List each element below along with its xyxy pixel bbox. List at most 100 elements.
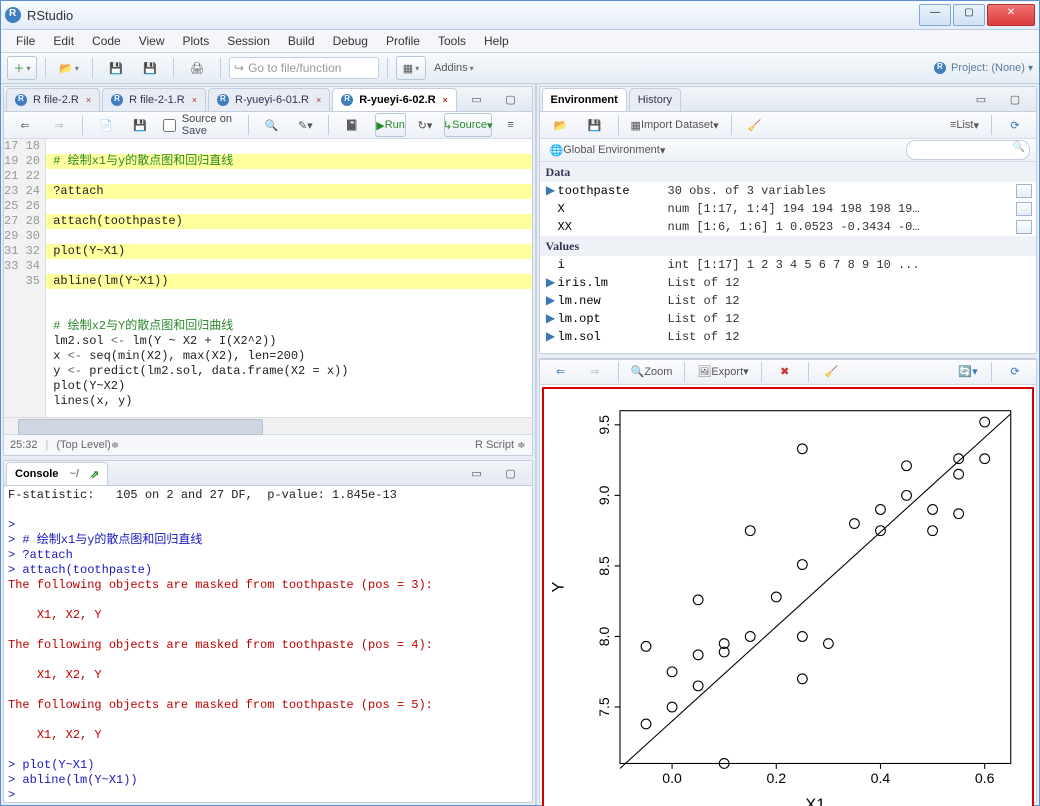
svg-text:9.5: 9.5 [596,415,612,435]
console-pane: Console ~/ ⇗ ▭ ▢ F-statistic: 105 on 2 a… [3,460,533,803]
rerun-icon[interactable]: ↻▾ [410,113,440,137]
source-tab[interactable]: R file-2.R × [6,88,100,111]
close-button[interactable]: ✕ [987,4,1035,26]
source-maximize-icon[interactable]: ▢ [496,87,526,111]
goto-file-input[interactable]: ↪Go to file/function [229,57,379,79]
zoom-button[interactable]: 🔍 Zoom [627,360,677,384]
expand-icon[interactable]: ▶ [544,182,558,200]
env-scope-selector[interactable]: 🌐 Global Environment ▾ [546,138,670,162]
tab-console[interactable]: Console ~/ ⇗ [6,462,108,485]
source-minimize-icon[interactable]: ▭ [462,87,492,111]
close-tab-icon[interactable]: × [86,95,91,105]
run-button[interactable]: ▶ Run [375,113,406,137]
compile-report-icon[interactable]: 📓 [337,113,367,137]
clear-env-icon[interactable]: 🧹 [740,113,770,137]
code-editor[interactable]: 17 18 19 20 21 22 23 24 25 26 27 28 29 3… [4,139,532,417]
env-row[interactable]: ▶lm.newList of 12 [540,292,1036,310]
clear-plots-icon[interactable]: 🧹 [817,360,847,384]
env-row[interactable]: ▶lm.solList of 12 [540,328,1036,346]
plots-refresh-icon[interactable]: ⟳ [1000,360,1030,384]
env-view-mode[interactable]: ≡ List ▾ [946,113,983,137]
plot-next-icon[interactable]: ⇒ [580,360,610,384]
save-workspace-icon[interactable]: 💾 [580,113,610,137]
grid-layout-button[interactable]: ▦ [396,56,426,80]
grid-icon[interactable] [1016,202,1032,216]
source-button[interactable]: ↳ Source ▾ [444,113,492,137]
tab-environment[interactable]: Environment [542,88,627,111]
wand-icon[interactable]: ✎▾ [290,113,320,137]
env-row[interactable]: ▶lm.optList of 12 [540,310,1036,328]
forward-icon[interactable]: ⇒ [44,113,74,137]
env-maximize-icon[interactable]: ▢ [1000,87,1030,111]
console-maximize-icon[interactable]: ▢ [496,461,526,485]
console-minimize-icon[interactable]: ▭ [462,461,492,485]
project-menu[interactable]: Project: (None) ▾ [934,62,1033,74]
scope-label[interactable]: (Top Level) [56,439,110,451]
env-group-header: Data [540,162,1036,182]
menu-profile[interactable]: Profile [377,32,429,50]
env-row[interactable]: iint [1:17] 1 2 3 4 5 6 7 8 9 10 ... [540,256,1036,274]
outline-icon[interactable]: ≡ [496,113,526,137]
r-file-icon [217,94,229,106]
menu-code[interactable]: Code [83,32,130,50]
console-tabs: Console ~/ ⇗ ▭ ▢ [4,461,532,486]
file-type-label[interactable]: R Script [475,439,514,451]
load-workspace-icon[interactable]: 📂 [546,113,576,137]
env-search-input[interactable] [906,140,1030,160]
expand-icon[interactable]: ▶ [544,274,558,292]
menu-file[interactable]: File [7,32,44,50]
publish-icon[interactable]: 🔄▾ [953,360,983,384]
svg-text:X1: X1 [805,796,825,806]
workspace: R file-2.R ×R file-2-1.R ×R-yueyi-6-01.R… [1,84,1039,805]
close-tab-icon[interactable]: × [316,95,321,105]
save-src-icon[interactable]: 💾 [125,113,155,137]
menu-session[interactable]: Session [218,32,279,50]
new-file-button[interactable]: ＋ [7,56,37,80]
show-doc-icon[interactable]: 📄 [91,113,121,137]
menu-tools[interactable]: Tools [429,32,475,50]
plot-prev-icon[interactable]: ⇐ [546,360,576,384]
source-toolbar: ⇐ ⇒ 📄 💾 Source on Save 🔍 ✎▾ 📓 ▶ Run ↻▾ ↳… [4,112,532,139]
close-tab-icon[interactable]: × [443,95,448,105]
import-dataset-button[interactable]: ▦ Import Dataset ▾ [627,113,723,137]
env-row[interactable]: Xnum [1:17, 1:4] 194 194 198 198 19… [540,200,1036,218]
remove-plot-icon[interactable]: ✖ [770,360,800,384]
minimize-button[interactable]: — [919,4,951,26]
env-list[interactable]: Data▶toothpaste30 obs. of 3 variablesXnu… [540,162,1036,353]
save-all-button[interactable]: 💾 [135,56,165,80]
menu-view[interactable]: View [130,32,174,50]
source-tab[interactable]: R-yueyi-6-01.R × [208,88,330,111]
menu-build[interactable]: Build [279,32,324,50]
back-icon[interactable]: ⇐ [10,113,40,137]
menu-edit[interactable]: Edit [44,32,83,50]
tab-history[interactable]: History [629,88,681,111]
grid-icon[interactable] [1016,220,1032,234]
source-statusbar: 25:32 | (Top Level) ≑ R Script ≑ [4,434,532,455]
env-minimize-icon[interactable]: ▭ [966,87,996,111]
source-tab[interactable]: R-yueyi-6-02.R × [332,88,457,111]
console-output[interactable]: F-statistic: 105 on 2 and 27 DF, p-value… [4,486,532,802]
editor-hscrollbar[interactable] [4,417,532,434]
env-row[interactable]: XXnum [1:6, 1:6] 1 0.0523 -0.3434 -0… [540,218,1036,236]
print-button[interactable]: 🖨 [182,56,212,80]
source-tab[interactable]: R file-2-1.R × [102,88,206,111]
expand-icon[interactable]: ▶ [544,292,558,310]
addins-button[interactable]: Addins [430,56,478,80]
close-tab-icon[interactable]: × [192,95,197,105]
expand-icon[interactable]: ▶ [544,328,558,346]
menu-plots[interactable]: Plots [174,32,219,50]
env-refresh-icon[interactable]: ⟳ [1000,113,1030,137]
find-icon[interactable]: 🔍 [256,113,286,137]
env-row[interactable]: ▶toothpaste30 obs. of 3 variables [540,182,1036,200]
menu-debug[interactable]: Debug [324,32,377,50]
grid-icon[interactable] [1016,184,1032,198]
save-button[interactable]: 💾 [101,56,131,80]
source-on-save-checkbox[interactable]: Source on Save [159,113,240,137]
menu-help[interactable]: Help [475,32,518,50]
svg-text:Y: Y [549,581,567,592]
export-button[interactable]: 🖼 Export ▾ [693,360,752,384]
open-project-button[interactable]: 📂 [54,56,84,80]
env-row[interactable]: ▶iris.lmList of 12 [540,274,1036,292]
expand-icon[interactable]: ▶ [544,310,558,328]
maximize-button[interactable]: ▢ [953,4,985,26]
